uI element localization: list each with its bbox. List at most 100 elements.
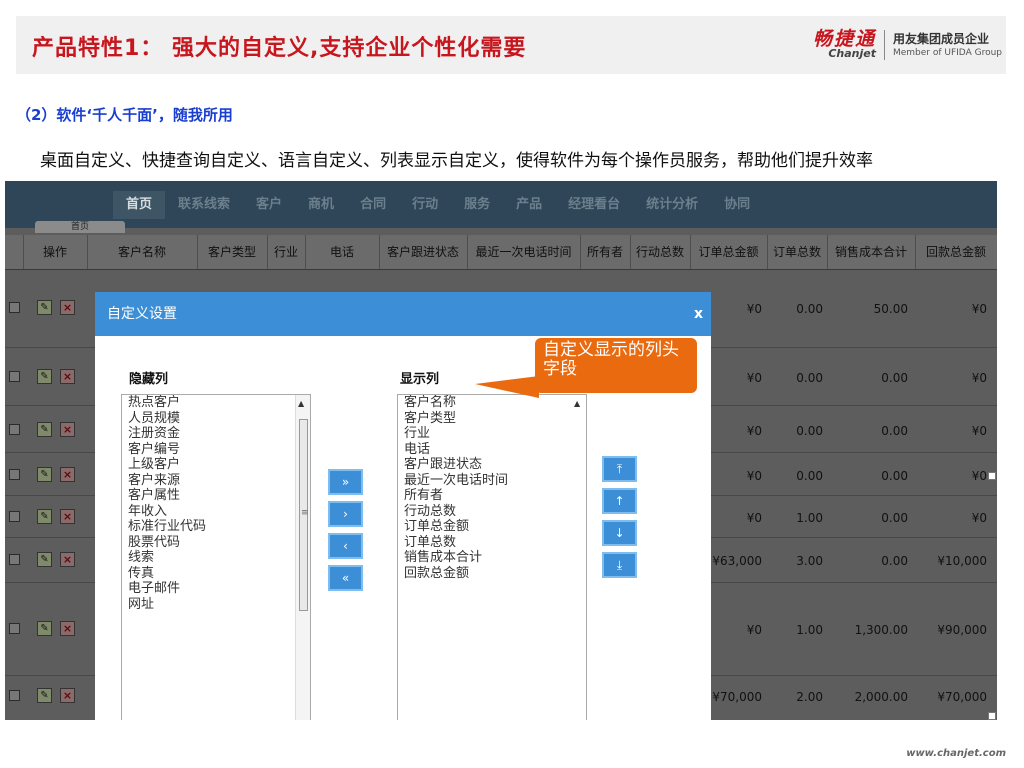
delete-icon[interactable]: × [60, 509, 75, 524]
list-item[interactable]: 订单总数 [398, 535, 586, 551]
list-item[interactable]: 电子邮件 [122, 581, 310, 597]
list-item[interactable]: 标准行业代码 [122, 519, 310, 535]
edit-icon[interactable]: ✎ [37, 467, 52, 482]
list-item[interactable]: 年收入 [122, 504, 310, 520]
cell-payment-total: ¥70,000 [937, 690, 987, 704]
row-checkbox[interactable] [9, 690, 20, 701]
row-checkbox[interactable] [9, 371, 20, 382]
list-item[interactable]: 人员规模 [122, 411, 310, 427]
column-header-owner[interactable]: 所有者 [580, 235, 631, 269]
row-checkbox[interactable] [9, 623, 20, 634]
column-header-industry[interactable]: 行业 [267, 235, 306, 269]
row-checkbox[interactable] [9, 424, 20, 435]
scrollbar-thumb[interactable]: ≡ [299, 419, 309, 611]
list-item[interactable]: 回款总金额 [398, 566, 586, 582]
edit-icon[interactable]: ✎ [37, 422, 52, 437]
nav-item-opportunities[interactable]: 商机 [295, 191, 347, 219]
nav-item-home[interactable]: 首页 [113, 191, 166, 219]
column-header-payment-total[interactable]: 回款总金额 [915, 235, 997, 269]
list-item[interactable]: 传真 [122, 566, 310, 582]
row-checkbox[interactable] [9, 302, 20, 313]
column-header-customer-name[interactable]: 客户名称 [87, 235, 198, 269]
delete-icon[interactable]: × [60, 467, 75, 482]
cell-order-total: ¥70,000 [712, 690, 762, 704]
resize-handle[interactable] [988, 472, 996, 480]
nav-item-products[interactable]: 产品 [503, 191, 555, 219]
list-item[interactable]: 客户来源 [122, 473, 310, 489]
move-to-bottom-button[interactable]: ⤓ [602, 552, 637, 578]
list-item[interactable]: 最近一次电话时间 [398, 473, 586, 489]
list-item[interactable]: 销售成本合计 [398, 550, 586, 566]
select-all-checkbox-column[interactable] [5, 235, 24, 269]
list-item[interactable]: 订单总金额 [398, 519, 586, 535]
list-item[interactable]: 网址 [122, 597, 310, 613]
chanjet-logo: 畅捷通 Chanjet 用友集团成员企业 Member of UFIDA Gro… [813, 28, 1002, 62]
shown-list-scrollbar[interactable]: ▲ [572, 395, 586, 720]
nav-item-customers[interactable]: 客户 [243, 191, 295, 219]
delete-icon[interactable]: × [60, 300, 75, 315]
delete-icon[interactable]: × [60, 422, 75, 437]
delete-icon[interactable]: × [60, 688, 75, 703]
list-item[interactable]: 行业 [398, 426, 586, 442]
list-item[interactable]: 客户编号 [122, 442, 310, 458]
column-header-last-call-time[interactable]: 最近一次电话时间 [467, 235, 581, 269]
edit-icon[interactable]: ✎ [37, 300, 52, 315]
scroll-up-icon[interactable]: ▲ [298, 399, 304, 408]
close-icon[interactable]: x [694, 292, 703, 336]
column-header-customer-type[interactable]: 客户类型 [197, 235, 268, 269]
nav-item-statistics[interactable]: 统计分析 [633, 191, 711, 219]
edit-icon[interactable]: ✎ [37, 509, 52, 524]
nav-item-manager-board[interactable]: 经理看台 [555, 191, 633, 219]
column-header-phone[interactable]: 电话 [305, 235, 380, 269]
nav-item-actions[interactable]: 行动 [399, 191, 451, 219]
tab-home[interactable]: 首页 [35, 221, 125, 233]
delete-icon[interactable]: × [60, 369, 75, 384]
row-checkbox[interactable] [9, 469, 20, 480]
scroll-up-icon[interactable]: ▲ [574, 399, 580, 408]
edit-icon[interactable]: ✎ [37, 621, 52, 636]
list-item[interactable]: 客户类型 [398, 411, 586, 427]
nav-item-service[interactable]: 服务 [451, 191, 503, 219]
column-header-cost-total[interactable]: 销售成本合计 [827, 235, 916, 269]
column-header-order-total[interactable]: 订单总金额 [690, 235, 768, 269]
delete-icon[interactable]: × [60, 621, 75, 636]
list-item[interactable]: 行动总数 [398, 504, 586, 520]
delete-icon[interactable]: × [60, 552, 75, 567]
move-down-button[interactable]: ↓ [602, 520, 637, 546]
resize-handle[interactable] [988, 712, 996, 720]
list-item[interactable]: 所有者 [398, 488, 586, 504]
cell-cost-total: 2,000.00 [854, 690, 908, 704]
nav-item-leads[interactable]: 联系线索 [165, 191, 243, 219]
row-checkbox[interactable] [9, 554, 20, 565]
shown-columns-list[interactable]: 客户名称 客户类型 行业 电话 客户跟进状态 最近一次电话时间 所有者 行动总数… [397, 394, 587, 720]
table-header: 操作 客户名称 客户类型 行业 电话 客户跟进状态 最近一次电话时间 所有者 行… [5, 235, 997, 270]
move-all-left-button[interactable]: « [328, 565, 363, 591]
move-up-button[interactable]: ↑ [602, 488, 637, 514]
move-all-right-button[interactable]: » [328, 469, 363, 495]
list-item[interactable]: 注册资金 [122, 426, 310, 442]
hidden-columns-list[interactable]: 热点客户 人员规模 注册资金 客户编号 上级客户 客户来源 客户属性 年收入 标… [121, 394, 311, 720]
list-item[interactable]: 客户属性 [122, 488, 310, 504]
list-item[interactable]: 上级客户 [122, 457, 310, 473]
row-checkbox[interactable] [9, 511, 20, 522]
column-header-follow-status[interactable]: 客户跟进状态 [379, 235, 468, 269]
list-item[interactable]: 电话 [398, 442, 586, 458]
nav-item-contracts[interactable]: 合同 [347, 191, 399, 219]
hidden-list-scrollbar[interactable]: ▲ ≡ [295, 395, 310, 720]
edit-icon[interactable]: ✎ [37, 552, 52, 567]
annotation-callout: 自定义显示的列头字段 [535, 338, 697, 393]
list-item[interactable]: 线索 [122, 550, 310, 566]
dialog-titlebar[interactable]: 自定义设置 x [95, 292, 711, 336]
slide-header: 产品特性1： 强大的自定义,支持企业个性化需要 畅捷通 Chanjet 用友集团… [16, 16, 1006, 74]
column-header-order-count[interactable]: 订单总数 [767, 235, 828, 269]
edit-icon[interactable]: ✎ [37, 688, 52, 703]
list-item[interactable]: 客户跟进状态 [398, 457, 586, 473]
column-header-action-count[interactable]: 行动总数 [630, 235, 691, 269]
move-left-button[interactable]: ‹ [328, 533, 363, 559]
list-item[interactable]: 热点客户 [122, 395, 310, 411]
edit-icon[interactable]: ✎ [37, 369, 52, 384]
move-right-button[interactable]: › [328, 501, 363, 527]
nav-item-collaboration[interactable]: 协同 [711, 191, 763, 219]
move-to-top-button[interactable]: ⤒ [602, 456, 637, 482]
list-item[interactable]: 股票代码 [122, 535, 310, 551]
